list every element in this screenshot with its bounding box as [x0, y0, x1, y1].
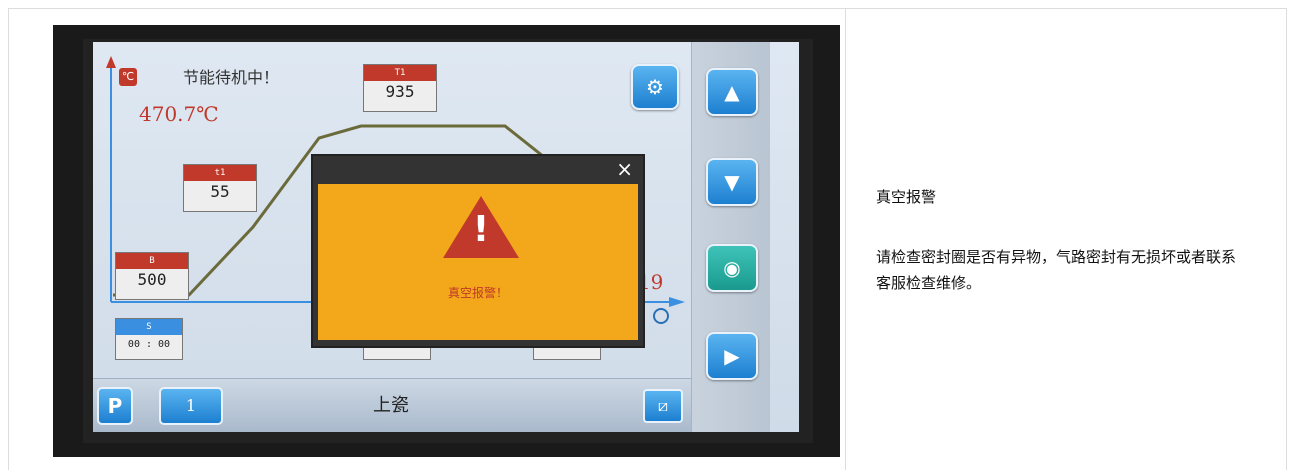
y-axis-arrow [106, 56, 116, 68]
param-B[interactable]: B 500 [115, 252, 189, 300]
x-axis-arrow [669, 297, 685, 307]
current-temperature: 470.7℃ [139, 102, 219, 126]
timer-icon [653, 308, 669, 324]
up-icon[interactable]: ▲ [706, 68, 758, 116]
edit-program-icon[interactable]: ⧄ [643, 389, 683, 423]
alarm-solution: 请检查密封圈是否有异物，气路密封有无损坏或者联系客服检查维修。 [876, 248, 1237, 292]
down-icon[interactable]: ▼ [706, 158, 758, 206]
play-icon[interactable]: ▶ [706, 332, 758, 380]
status-text: 节能待机中！ [183, 68, 280, 87]
param-t1-label: t1 [184, 165, 256, 181]
time-S[interactable]: S 00 : 00 [115, 318, 183, 360]
modal-body: ! 真空报警！ [318, 184, 638, 340]
time-S-value: 00 : 00 [127, 339, 171, 350]
time-S-label: S [116, 319, 182, 335]
stop-icon[interactable]: ◉ [706, 244, 758, 292]
alarm-modal: × ! 真空报警！ [311, 154, 645, 348]
param-t1[interactable]: t1 55 [183, 164, 257, 212]
modal-close-icon[interactable]: × [616, 156, 633, 182]
param-B-label: B [116, 253, 188, 269]
device-photo: ℃ 节能待机中！ 470.7℃ T1 935 t1 55 B 500 11 : … [53, 25, 840, 457]
param-T1-value: 935 [385, 82, 415, 101]
alarm-message: 真空报警！ [447, 286, 508, 300]
warning-exclamation: ! [472, 209, 490, 250]
right-control-panel: ▲ ▼ ◉ ▶ [691, 42, 770, 432]
param-B-value: 500 [137, 270, 167, 289]
settings-icon[interactable]: ⚙ [631, 64, 679, 110]
temp-unit-icon: ℃ [119, 68, 137, 86]
param-t1-value: 55 [210, 182, 230, 201]
program-number[interactable]: 1 [159, 387, 223, 425]
bottom-bar: P 1 上瓷 ⧄ [93, 378, 691, 432]
column-divider [845, 8, 846, 470]
param-T1[interactable]: T1 935 [363, 64, 437, 112]
device-screen: ℃ 节能待机中！ 470.7℃ T1 935 t1 55 B 500 11 : … [93, 42, 799, 432]
param-T1-label: T1 [364, 65, 436, 81]
program-name: 上瓷 [373, 395, 409, 416]
alarm-title: 真空报警 [876, 188, 937, 206]
program-button[interactable]: P [97, 387, 133, 425]
